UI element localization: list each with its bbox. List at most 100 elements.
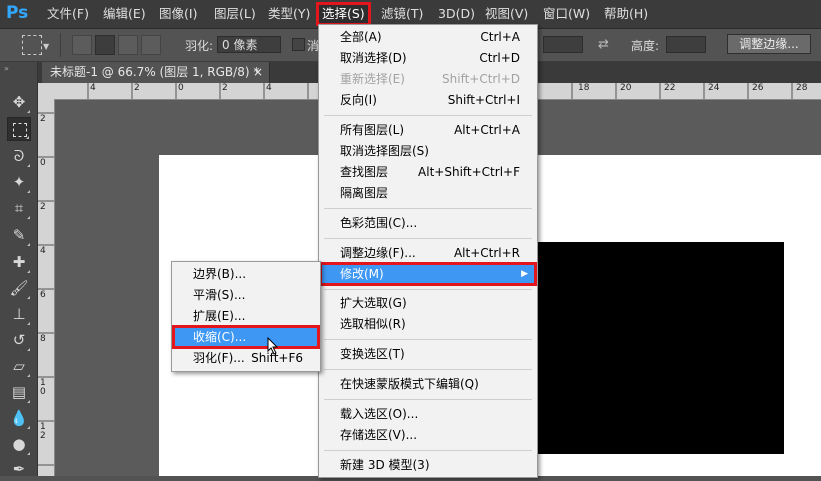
pen-tool-icon[interactable]: ✒ [7,457,31,481]
menu-item-label: 变换选区(T) [340,347,405,361]
ruler-left-label: 0 [40,158,46,168]
ruler-top-label: 22 [664,83,676,93]
close-icon[interactable]: × [253,62,263,83]
menu-item-shortcut: Alt+Ctrl+A [454,123,520,137]
tool-panel: » ✥ ᘐ ✦ ⌗ ✎ ✚ 🖌 ⊥ ↺ ▱ ▤ 💧 ● ✒ [0,62,38,478]
menu-image[interactable]: 图像(I) [155,4,201,24]
swap-icon[interactable]: ⇄ [598,37,609,52]
antialias-checkbox[interactable] [292,38,305,51]
document-tab[interactable]: 未标题-1 @ 66.7% (图层 1, RGB/8) * × [42,62,270,83]
menu-item-label: 选取相似(R) [340,317,406,331]
menu-separator [324,450,532,451]
menu-separator [324,115,532,116]
brush-tool-icon[interactable]: 🖌 [7,276,31,300]
submenu-item-feather[interactable]: 羽化(F)... Shift+F6 [173,348,319,369]
height-input[interactable] [666,36,706,53]
magic-wand-icon[interactable]: ✦ [7,170,31,194]
eraser-icon[interactable]: ▱ [7,354,31,378]
menu-view[interactable]: 视图(V) [481,4,532,24]
menu-3d[interactable]: 3D(D) [434,4,479,24]
mouse-cursor-icon [267,337,279,355]
menu-item-shortcut: Shift+Ctrl+D [442,72,520,86]
menu-item-deselect[interactable]: 取消选择(D) Ctrl+D [320,48,536,69]
menu-item-label: 收缩(C)... [193,330,247,344]
menu-item-reselect: 重新选择(E) Shift+Ctrl+D [320,69,536,90]
menu-file[interactable]: 文件(F) [43,4,93,24]
eyedropper-icon[interactable]: ✎ [7,223,31,247]
ruler-top-label: 24 [708,83,720,93]
menu-item-quick-mask[interactable]: 在快速蒙版模式下编辑(Q) [320,374,536,395]
menu-item-label: 边界(B)... [193,267,247,281]
menu-filter[interactable]: 滤镜(T) [377,4,427,24]
menu-item-refine-edge[interactable]: 调整边缘(F)... Alt+Ctrl+R [320,243,536,264]
new-selection-icon[interactable] [72,35,92,55]
menu-item-transform-selection[interactable]: 变换选区(T) [320,344,536,365]
menu-item-label: 隔离图层 [340,186,389,200]
intersect-selection-icon[interactable] [141,35,161,55]
ruler-left-label: 1 2 [40,422,46,441]
menu-item-shortcut: Shift+Ctrl+I [447,93,520,107]
submenu-item-contract[interactable]: 收缩(C)... [172,325,320,349]
ruler-left-label: 2 [40,202,46,212]
menu-item-new-3d-model[interactable]: 新建 3D 模型(3) [320,455,536,476]
feather-input[interactable]: 0 像素 [217,36,281,53]
menu-item-label: 在快速蒙版模式下编辑(Q) [340,377,479,391]
menu-item-label: 重新选择(E) [340,72,405,86]
menu-item-shortcut: Alt+Ctrl+R [453,246,520,260]
menu-item-label: 全部(A) [340,30,382,44]
height-label: 高度: [631,39,660,53]
ruler-left-label: 2 [40,114,46,124]
lasso-tool-icon[interactable]: ᘐ [7,144,31,168]
ruler-top-label: 20 [620,83,632,93]
crop-tool-icon[interactable]: ⌗ [7,196,31,220]
menu-item-save-selection[interactable]: 存储选区(V)... [320,425,536,446]
add-to-selection-icon[interactable] [95,35,115,55]
selected-black-rectangle[interactable] [534,240,786,456]
menu-item-label: 取消选择图层(S) [340,144,429,158]
menu-separator [324,369,532,370]
refine-edge-button[interactable]: 调整边缘... [727,34,811,54]
ruler-left-ticks [38,112,54,466]
menu-item-grow[interactable]: 扩大选取(G) [320,293,536,314]
menu-item-shortcut: Alt+Shift+Ctrl+F [418,165,520,179]
submenu-arrow-icon: ▶ [521,269,528,279]
menu-help[interactable]: 帮助(H) [600,4,652,24]
menu-edit[interactable]: 编辑(E) [99,4,150,24]
menu-window[interactable]: 窗口(W) [539,4,594,24]
submenu-item-smooth[interactable]: 平滑(S)... [173,285,319,306]
menu-item-inverse[interactable]: 反向(I) Shift+Ctrl+I [320,90,536,111]
menu-item-color-range[interactable]: 色彩范围(C)... [320,213,536,234]
healing-brush-icon[interactable]: ✚ [7,250,31,274]
menu-item-modify[interactable]: 修改(M) ▶ [319,262,537,286]
subtract-selection-icon[interactable] [118,35,138,55]
chevron-down-icon[interactable]: ▼ [43,42,49,51]
menu-item-load-selection[interactable]: 载入选区(O)... [320,404,536,425]
blur-tool-icon[interactable]: 💧 [7,406,31,430]
menu-item-all[interactable]: 全部(A) Ctrl+A [320,27,536,48]
gradient-tool-icon[interactable]: ▤ [7,380,31,404]
history-brush-icon[interactable]: ↺ [7,328,31,352]
dodge-tool-icon[interactable]: ● [7,432,31,456]
collapse-icon[interactable]: » [4,64,9,73]
menu-item-similar[interactable]: 选取相似(R) [320,314,536,335]
submenu-item-expand[interactable]: 扩展(E)... [173,306,319,327]
marquee-tool-icon[interactable] [7,117,31,141]
ruler-left-label: 6 [40,290,46,300]
menu-item-label: 色彩范围(C)... [340,216,418,230]
menu-item-isolate-layers[interactable]: 隔离图层 [320,183,536,204]
divider [60,33,61,57]
marquee-preset-icon[interactable] [22,35,42,55]
ruler-top-label: 26 [752,83,764,93]
feather-label: 羽化: [185,39,214,53]
menu-item-deselect-layers[interactable]: 取消选择图层(S) [320,141,536,162]
menu-select[interactable]: 选择(S) [316,2,371,26]
menu-item-find-layers[interactable]: 查找图层 Alt+Shift+Ctrl+F [320,162,536,183]
menu-type[interactable]: 类型(Y) [264,4,314,24]
width-input[interactable] [543,36,583,53]
menu-layer[interactable]: 图层(L) [210,4,260,24]
submenu-item-border[interactable]: 边界(B)... [173,264,319,285]
menu-item-shortcut: Ctrl+D [479,51,520,65]
menu-item-all-layers[interactable]: 所有图层(L) Alt+Ctrl+A [320,120,536,141]
move-tool-icon[interactable]: ✥ [7,90,31,114]
clone-stamp-icon[interactable]: ⊥ [7,302,31,326]
